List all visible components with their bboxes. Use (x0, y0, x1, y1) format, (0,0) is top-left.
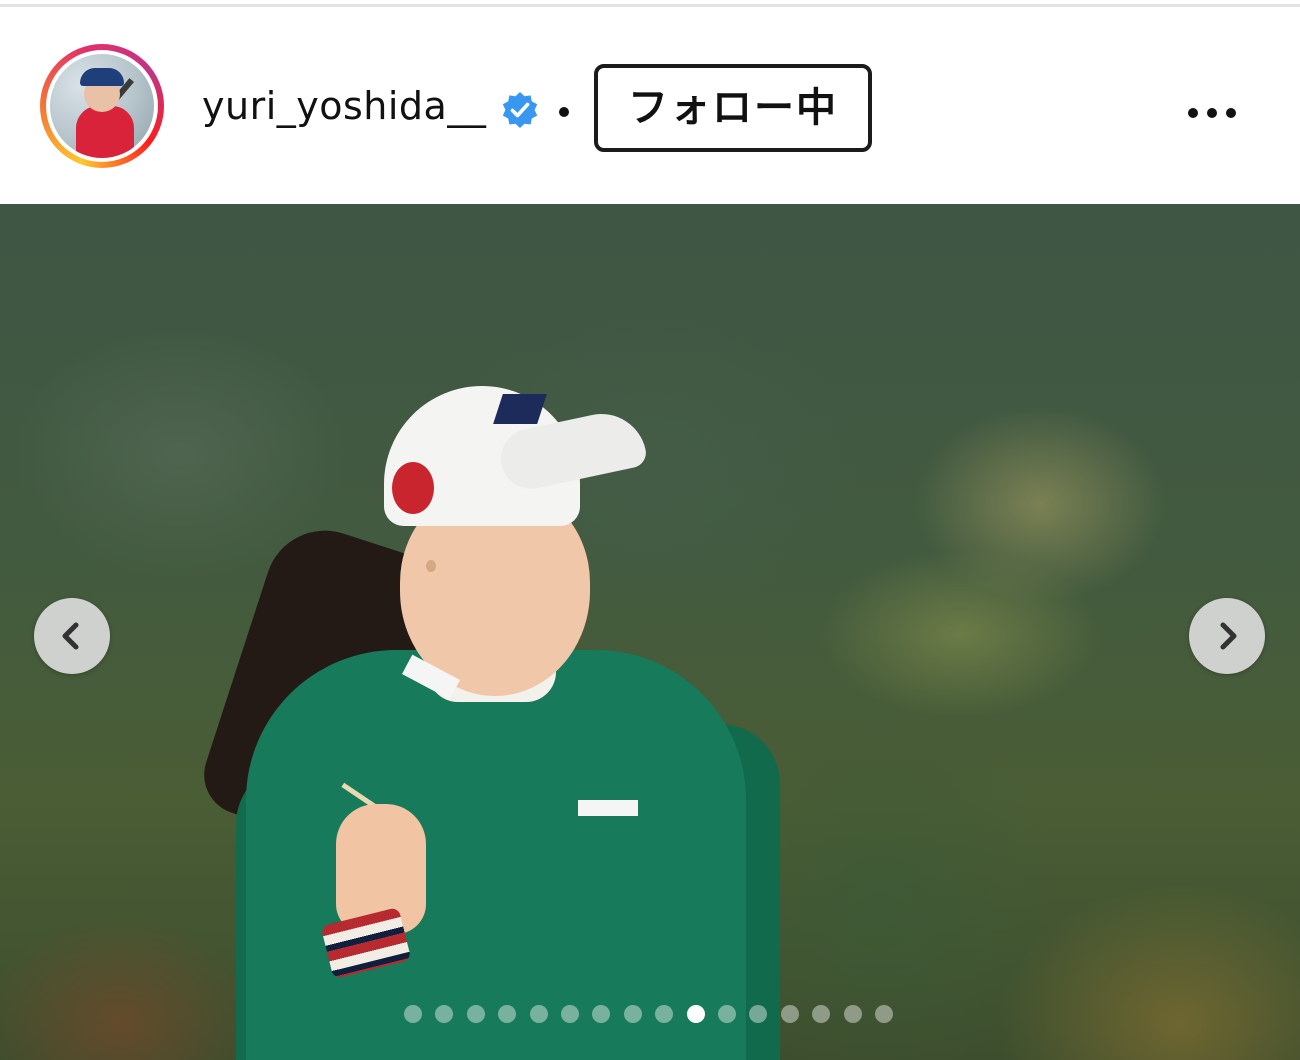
chevron-right-icon (1220, 622, 1237, 650)
verified-badge-icon (502, 92, 538, 128)
more-dot (1207, 108, 1217, 118)
pagination-dot (812, 1005, 830, 1023)
pagination-dot (655, 1005, 673, 1023)
pagination-dot (875, 1005, 893, 1023)
pagination-dot-active (687, 1005, 705, 1023)
pagination-dot (530, 1005, 548, 1023)
photo-cap-logo (392, 462, 434, 514)
top-divider (0, 4, 1300, 7)
pagination-dot (844, 1005, 862, 1023)
avatar-body (76, 106, 134, 158)
post-header: yuri_yoshida__ フォロー中 (0, 8, 1300, 204)
pagination-dot (749, 1005, 767, 1023)
following-button[interactable]: フォロー中 (594, 64, 872, 152)
pagination-dot (435, 1005, 453, 1023)
pagination-dot (624, 1005, 642, 1023)
pagination-dot (404, 1005, 422, 1023)
pagination-dot (498, 1005, 516, 1023)
avatar-story-ring[interactable] (40, 44, 164, 168)
more-dot (1226, 108, 1236, 118)
chevron-left-icon (62, 622, 79, 650)
post-photo[interactable] (0, 204, 1300, 1060)
separator-dot (559, 107, 569, 117)
pagination-dot (781, 1005, 799, 1023)
pagination-dot (592, 1005, 610, 1023)
more-dot (1188, 108, 1198, 118)
more-options-icon[interactable] (1180, 92, 1244, 132)
username-link[interactable]: yuri_yoshida__ (202, 82, 486, 130)
pagination-dot (718, 1005, 736, 1023)
photo-sweater (246, 650, 746, 1060)
pagination-dot (561, 1005, 579, 1023)
avatar-cap (80, 68, 124, 86)
pagination-dot (467, 1005, 485, 1023)
carousel-next-button[interactable] (1189, 598, 1265, 674)
photo-earring (426, 560, 436, 572)
avatar[interactable] (50, 54, 154, 158)
carousel-pagination (0, 1005, 1300, 1023)
avatar-ring-gap (46, 50, 158, 162)
carousel-prev-button[interactable] (34, 598, 110, 674)
photo-chest-tag (578, 800, 638, 816)
